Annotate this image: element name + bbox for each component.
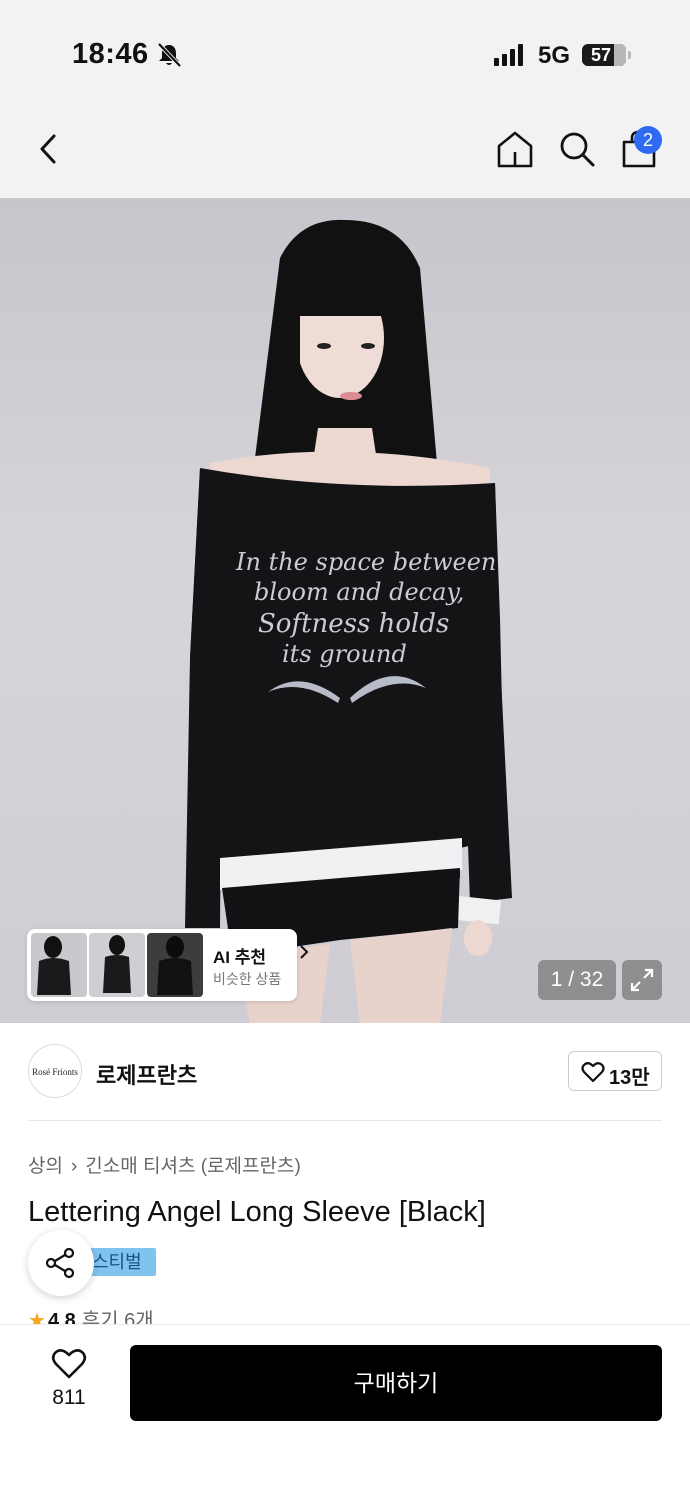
star-icon: ★ <box>28 1310 46 1324</box>
status-bar: 18:46 5G 57 <box>0 0 690 100</box>
chevron-right-icon <box>300 945 309 959</box>
status-time: 18:46 <box>72 38 149 70</box>
search-icon[interactable] <box>556 128 598 170</box>
brand-like-button[interactable]: 13만 <box>568 1051 662 1091</box>
product-photo: In the space between bloom and decay, So… <box>185 219 512 1023</box>
back-arrow-icon[interactable] <box>28 128 70 170</box>
image-counter: 1 / 32 <box>538 960 616 1000</box>
nav-bar <box>0 100 690 198</box>
expand-button[interactable] <box>622 960 662 1000</box>
print-line-2: bloom and decay, <box>254 578 464 606</box>
breadcrumb: 상의 › 긴소매 티셔츠 (로제프란츠) <box>28 1151 301 1178</box>
brand-logo[interactable]: Rosé Frionts <box>28 1044 82 1098</box>
divider <box>28 1120 662 1121</box>
print-line-4: its ground <box>282 640 407 668</box>
recommendation-thumbnail[interactable] <box>31 933 87 997</box>
heart-icon <box>581 1062 605 1083</box>
breadcrumb-subcategory[interactable]: 긴소매 티셔츠 (로제프란츠) <box>85 1156 301 1177</box>
network-type: 5G <box>538 42 571 69</box>
chevron-right-icon: › <box>70 1156 78 1177</box>
recommendation-thumbnail[interactable] <box>89 933 145 997</box>
battery-icon: 57 <box>582 44 626 66</box>
share-icon <box>45 1247 75 1279</box>
battery-tip <box>628 51 631 59</box>
heart-icon <box>51 1349 87 1379</box>
rating-score: 4.8 <box>47 1310 76 1324</box>
signal-icon <box>494 44 523 66</box>
brand-like-count: 13만 <box>609 1067 650 1089</box>
cart-count-badge: 2 <box>634 126 662 154</box>
breadcrumb-category[interactable]: 상의 <box>28 1156 63 1177</box>
wishlist-count: 811 <box>52 1386 86 1409</box>
rating-row[interactable]: ★ 4.8 후기 6개 <box>28 1304 154 1324</box>
share-button[interactable] <box>28 1230 94 1296</box>
expand-icon <box>630 968 654 992</box>
review-count[interactable]: 후기 6개 <box>82 1310 154 1324</box>
product-title: Lettering Angel Long Sleeve [Black] <box>28 1196 486 1228</box>
brand-name[interactable]: 로제프란츠 <box>96 1058 197 1090</box>
home-icon[interactable] <box>494 128 536 170</box>
recommendation-thumbnail[interactable] <box>147 933 203 997</box>
bell-off-icon <box>157 42 182 68</box>
print-line-3: Softness holds <box>258 609 449 639</box>
print-line-1: In the space between <box>235 548 496 576</box>
battery-level: 57 <box>590 45 612 65</box>
buy-button[interactable]: 구매하기 <box>130 1345 662 1421</box>
product-image[interactable]: In the space between bloom and decay, So… <box>0 198 690 1023</box>
ai-recommendation-title: AI 추천 <box>213 948 267 967</box>
ai-recommendation-subtitle: 비슷한 상품 <box>213 971 282 987</box>
ai-recommendation-card[interactable]: AI 추천 비슷한 상품 <box>27 929 309 1001</box>
wishlist-button[interactable]: 811 <box>42 1348 96 1418</box>
